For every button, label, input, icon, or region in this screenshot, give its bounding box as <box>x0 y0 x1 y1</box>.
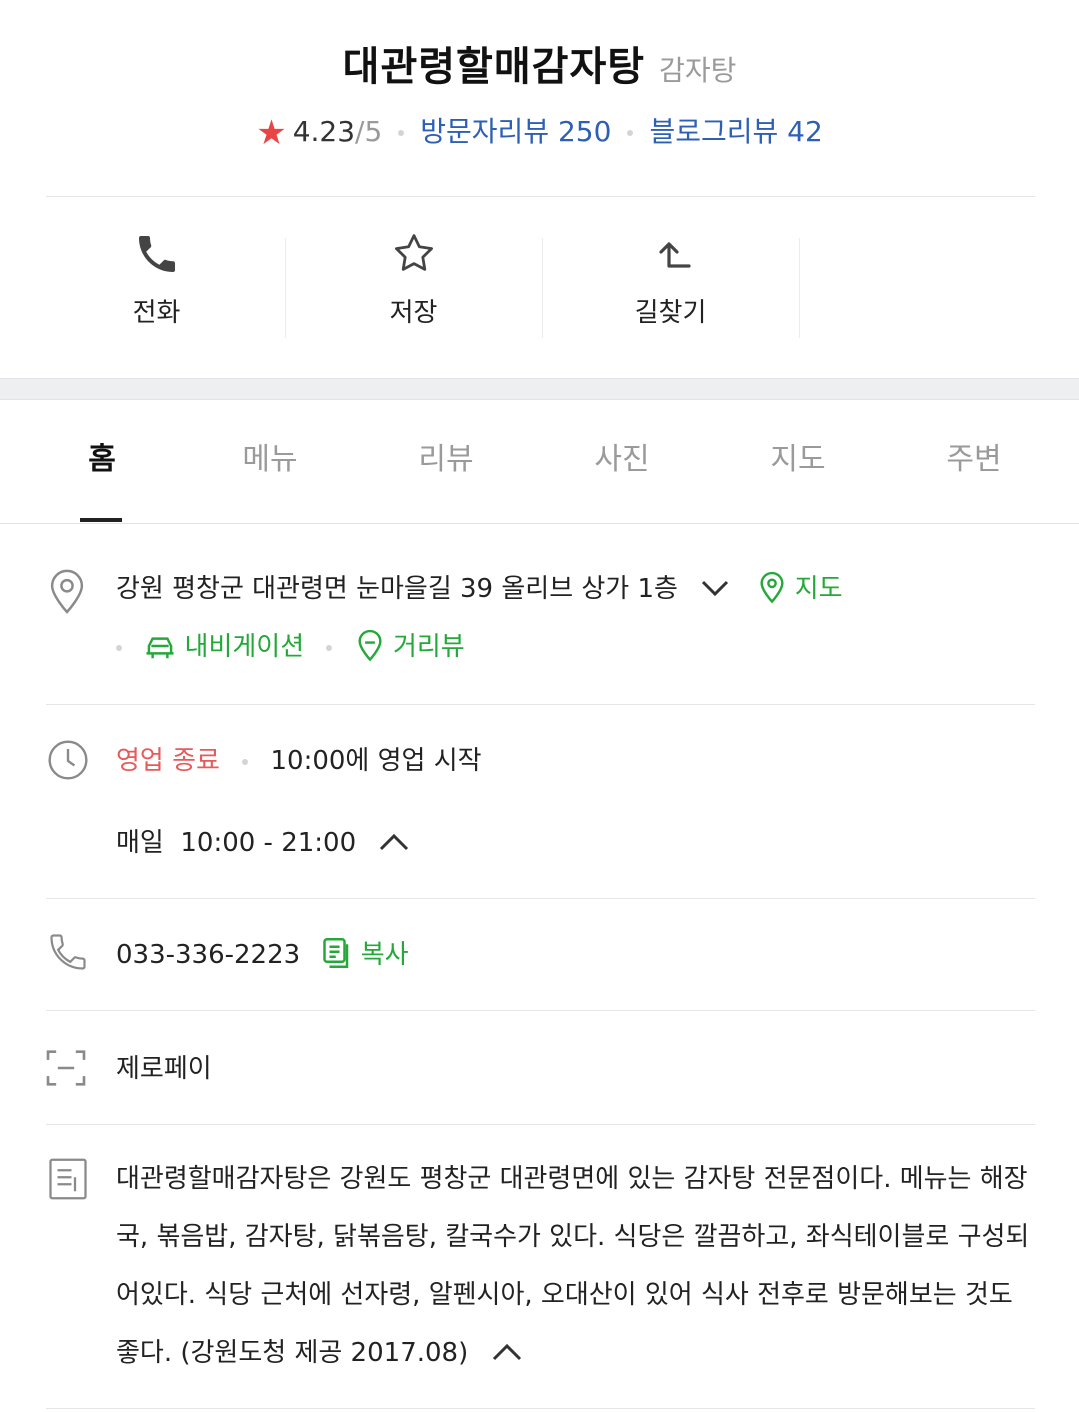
navigation-link[interactable]: 내비게이션 <box>144 632 312 662</box>
separator-dot <box>242 758 249 765</box>
clock-icon <box>48 740 88 780</box>
address-row: 강원 평창군 대관령면 눈마을길 39 올리브 상가 1층 지도 내비게이션 거… <box>46 560 1035 680</box>
description-text: 대관령할매감자탕은 강원도 평창군 대관령면에 있는 감자탕 전문점이다. 메뉴… <box>116 1164 1030 1368</box>
chevron-down-icon[interactable] <box>700 575 730 605</box>
chevron-up-icon[interactable] <box>378 829 410 859</box>
stats-row: ★ 4.23/5 방문자리뷰 250 블로그리뷰 42 <box>0 110 1079 153</box>
title-row: 대관령할매감자탕 감자탕 <box>0 34 1079 92</box>
address-text: 강원 평창군 대관령면 눈마을길 39 올리브 상가 1층 <box>116 574 678 604</box>
action-bar: 전화 저장 길찾기 <box>28 220 1058 350</box>
call-button[interactable]: 전화 <box>28 220 285 340</box>
row-divider <box>46 1010 1035 1011</box>
copy-label: 복사 <box>360 940 409 970</box>
row-divider <box>46 1408 1035 1409</box>
save-button[interactable]: 저장 <box>285 220 542 340</box>
tab-photos[interactable]: 사진 <box>534 400 710 522</box>
street-view-icon <box>358 629 382 662</box>
action-separator <box>799 238 800 338</box>
turn-arrow-icon <box>658 242 691 268</box>
directions-label: 길찾기 <box>634 298 707 328</box>
phone-icon <box>138 236 175 272</box>
separator-dot <box>116 644 122 651</box>
location-pin-icon <box>50 569 84 614</box>
blog-reviews-link[interactable]: 블로그리뷰 42 <box>649 115 822 148</box>
hours-schedule: 매일 10:00 - 21:00 <box>116 828 357 858</box>
hours-schedule-line[interactable]: 매일 10:00 - 21:00 <box>116 822 410 859</box>
map-link[interactable]: 지도 <box>757 571 843 604</box>
section-gap <box>0 378 1079 400</box>
phone-outline-icon <box>50 934 86 970</box>
visitor-reviews-link[interactable]: 방문자리뷰 250 <box>420 115 611 148</box>
car-icon <box>146 637 174 659</box>
navigation-label: 내비게이션 <box>184 632 305 662</box>
separator-dot <box>326 644 333 651</box>
row-divider <box>46 1124 1035 1125</box>
business-status: 영업 종료 <box>116 746 220 776</box>
rating-value: 4.23 <box>292 115 356 148</box>
scan-icon <box>46 1050 86 1086</box>
place-title: 대관령할매감자탕 <box>342 44 646 90</box>
row-divider <box>46 898 1035 899</box>
street-view-link[interactable]: 거리뷰 <box>355 629 465 662</box>
street-view-label: 거리뷰 <box>392 632 465 662</box>
map-pin-icon <box>759 571 784 604</box>
zeropay-row: 제로페이 <box>46 1036 1035 1096</box>
separator-dot <box>627 130 634 136</box>
tab-nearby[interactable]: 주변 <box>886 400 1062 522</box>
place-category: 감자탕 <box>659 54 737 87</box>
place-header: 대관령할매감자탕 감자탕 ★ 4.23/5 방문자리뷰 250 블로그리뷰 42 <box>0 0 1079 196</box>
row-divider <box>46 704 1035 705</box>
copy-button[interactable]: 복사 <box>322 938 409 970</box>
star-outline-icon <box>394 234 433 271</box>
address-actions: 내비게이션 거리뷰 <box>116 626 465 663</box>
active-tab-indicator <box>80 518 122 522</box>
save-label: 저장 <box>389 298 438 328</box>
star-icon: ★ <box>256 113 287 153</box>
call-label: 전화 <box>132 298 181 328</box>
map-link-label: 지도 <box>794 574 843 604</box>
place-description: 대관령할매감자탕은 강원도 평창군 대관령면에 있는 감자탕 전문점이다. 메뉴… <box>116 1150 1036 1383</box>
document-icon <box>49 1158 87 1200</box>
hours-row: 영업 종료 10:00에 영업 시작 매일 10:00 - 21:00 <box>46 730 1035 870</box>
chevron-up-icon[interactable] <box>491 1325 523 1383</box>
phone-row: 033-336-2223 복사 <box>46 924 1035 984</box>
zeropay-label: 제로페이 <box>116 1054 212 1084</box>
phone-number[interactable]: 033-336-2223 <box>116 940 300 970</box>
tab-reviews[interactable]: 리뷰 <box>358 400 534 522</box>
header-divider <box>46 196 1035 197</box>
next-open-time: 10:00에 영업 시작 <box>270 746 482 776</box>
tab-menu[interactable]: 메뉴 <box>182 400 358 522</box>
hours-status-line: 영업 종료 10:00에 영업 시작 <box>116 740 482 777</box>
phone-line: 033-336-2223 복사 <box>116 934 409 971</box>
tab-map[interactable]: 지도 <box>710 400 886 522</box>
tab-home[interactable]: 홈 <box>14 400 190 522</box>
copy-icon <box>323 938 349 968</box>
directions-button[interactable]: 길찾기 <box>542 220 799 340</box>
separator-dot <box>398 130 405 136</box>
tab-bar: 홈 메뉴 리뷰 사진 지도 주변 <box>0 400 1079 524</box>
rating-max: /5 <box>355 115 383 148</box>
address-line: 강원 평창군 대관령면 눈마을길 39 올리브 상가 1층 지도 <box>116 568 843 605</box>
